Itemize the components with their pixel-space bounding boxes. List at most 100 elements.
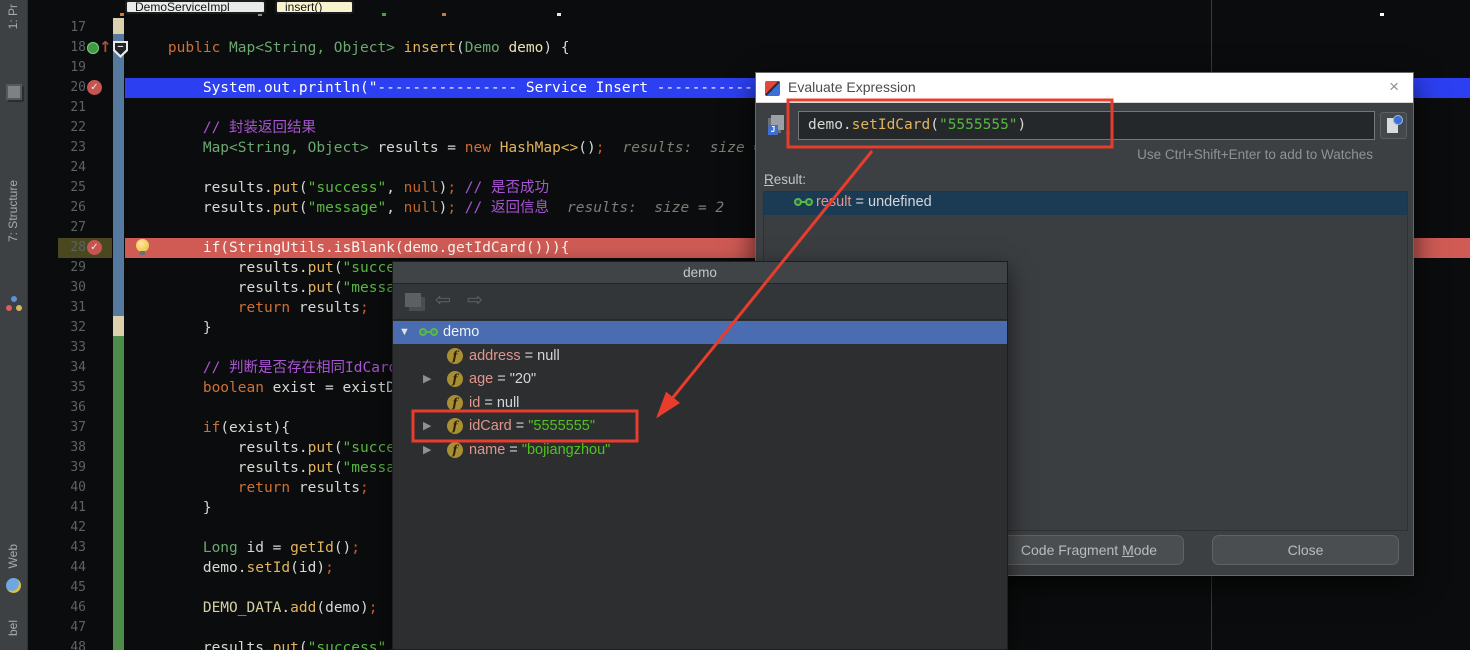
- dialog-title-bar[interactable]: Evaluate Expression ×: [756, 73, 1413, 103]
- popup-title[interactable]: demo: [393, 262, 1007, 284]
- code-token: put: [308, 260, 334, 276]
- code-token: null: [404, 200, 439, 216]
- clipped-glyph-tick-0: [120, 13, 124, 16]
- code-token: ,: [386, 200, 403, 216]
- equals-sign: =: [521, 348, 538, 364]
- line-number-26: 26: [28, 198, 86, 218]
- line-number-36: 36: [28, 398, 86, 418]
- tool-button-web[interactable]: Web: [6, 544, 20, 568]
- expander-closed-icon[interactable]: ▶: [423, 415, 431, 437]
- line-number-28: 28: [28, 238, 86, 258]
- code-token: "message": [308, 200, 387, 216]
- structure-icon[interactable]: [6, 296, 22, 312]
- code-token: [133, 540, 203, 556]
- watch-glasses-icon: [419, 328, 441, 338]
- code-token: results.: [133, 200, 273, 216]
- result-value: result = undefined: [816, 194, 932, 210]
- variable-row-address[interactable]: faddress = null: [393, 345, 1007, 368]
- variable-value: null: [537, 348, 560, 364]
- expression-token: (: [930, 117, 939, 133]
- code-token: ;: [360, 480, 369, 496]
- breakpoint-icon-line-20[interactable]: ✓: [87, 80, 102, 95]
- breadcrumb-class-chip[interactable]: DemoServiceImpl: [125, 0, 266, 14]
- expression-token: ): [1018, 117, 1027, 133]
- breadcrumb-class-label: DemoServiceImpl: [127, 0, 264, 14]
- code-line-48: results.put("success", t: [133, 638, 412, 650]
- variable-row-idCard[interactable]: ▶fidCard = "5555555": [393, 415, 1007, 438]
- tool-button-project[interactable]: 1: Pr: [6, 4, 20, 29]
- code-line-37: if(exist){: [133, 418, 290, 438]
- expander-closed-icon[interactable]: ▶: [423, 439, 431, 461]
- expression-token: demo.: [808, 117, 852, 133]
- code-fragment-mode-button[interactable]: Code Fragment Mode: [994, 535, 1184, 565]
- code-token: put: [308, 280, 334, 296]
- code-token: ) {: [543, 40, 569, 56]
- close-icon[interactable]: ×: [1389, 77, 1399, 97]
- code-token: (: [334, 440, 343, 456]
- variable-name: idCard: [469, 418, 512, 434]
- code-token: return: [238, 300, 290, 316]
- line-number-33: 33: [28, 338, 86, 358]
- code-token: put: [308, 460, 334, 476]
- forward-arrow-icon[interactable]: ⇨: [467, 289, 483, 312]
- code-line-43: Long id = getId();: [133, 538, 360, 558]
- code-token: ;: [325, 560, 334, 576]
- field-icon: f: [447, 395, 463, 411]
- code-token: ;: [360, 300, 369, 316]
- code-token: (: [334, 260, 343, 276]
- variable-name: name: [469, 442, 505, 458]
- project-icon[interactable]: [6, 84, 22, 100]
- code-token: (: [299, 180, 308, 196]
- demo-variables-popup: demo ⇦ ⇨ ▼demofaddress = null▶fage = "20…: [392, 261, 1008, 650]
- left-tool-stripe: 1: Pr 7: Structure Web bel: [0, 0, 28, 650]
- result-row[interactable]: result = undefined: [764, 192, 1407, 215]
- variable-text: address = null: [469, 345, 560, 367]
- line-number-18: 18: [28, 38, 86, 58]
- code-line-26: results.put("message", null); // 返回信息res…: [133, 198, 724, 218]
- tool-button-partial[interactable]: bel: [6, 620, 20, 636]
- back-arrow-icon[interactable]: ⇦: [435, 289, 451, 312]
- line-number-22: 22: [28, 118, 86, 138]
- variable-row-id[interactable]: fid = null: [393, 392, 1007, 415]
- copy-value-icon[interactable]: [405, 293, 421, 307]
- line-number-48: 48: [28, 638, 86, 650]
- tool-button-structure[interactable]: 7: Structure: [6, 180, 20, 242]
- expression-input[interactable]: demo.setIdCard("5555555"): [798, 111, 1375, 140]
- code-line-30: results.put("message: [133, 278, 412, 298]
- variable-row-age[interactable]: ▶fage = "20": [393, 368, 1007, 391]
- variable-value: "5555555": [528, 418, 595, 434]
- code-token: (: [334, 460, 343, 476]
- expander-open-icon[interactable]: ▼: [399, 321, 410, 343]
- line-number-23: 23: [28, 138, 86, 158]
- breadcrumb-method-chip[interactable]: insert(): [275, 0, 354, 14]
- code-token: (: [299, 640, 308, 650]
- navigate-up-arrow-icon[interactable]: ↑: [99, 40, 112, 54]
- line-number-30: 30: [28, 278, 86, 298]
- variable-name: age: [469, 371, 493, 387]
- code-token: results.: [133, 640, 273, 650]
- method-bookmark-icon[interactable]: [87, 42, 99, 54]
- line-number-37: 37: [28, 418, 86, 438]
- variable-row-demo[interactable]: ▼demo: [393, 321, 1007, 344]
- code-line-44: demo.setId(id);: [133, 558, 334, 578]
- line-number-19: 19: [28, 58, 86, 78]
- ide-window: – 1718↑1920✓2122232425262728✓29303132333…: [0, 0, 1470, 650]
- code-token: .: [281, 600, 290, 616]
- breakpoint-icon-line-28[interactable]: ✓: [87, 240, 102, 255]
- code-token: boolean: [203, 380, 264, 396]
- java-fragment-icon[interactable]: J▾: [768, 115, 788, 137]
- expression-history-button[interactable]: [1380, 112, 1407, 139]
- field-icon: f: [447, 371, 463, 387]
- code-token: Demo: [465, 40, 500, 56]
- intention-bulb-icon[interactable]: [136, 239, 149, 252]
- code-token: demo: [508, 40, 543, 56]
- variable-row-name[interactable]: ▶fname = "bojiangzhou": [393, 439, 1007, 462]
- web-icon[interactable]: [6, 578, 21, 593]
- code-token: [133, 600, 203, 616]
- expander-closed-icon[interactable]: ▶: [423, 368, 431, 390]
- code-token: results: [290, 480, 360, 496]
- close-button[interactable]: Close: [1212, 535, 1399, 565]
- code-token: (id): [290, 560, 325, 576]
- code-token: (): [578, 140, 595, 156]
- code-token: [133, 420, 203, 436]
